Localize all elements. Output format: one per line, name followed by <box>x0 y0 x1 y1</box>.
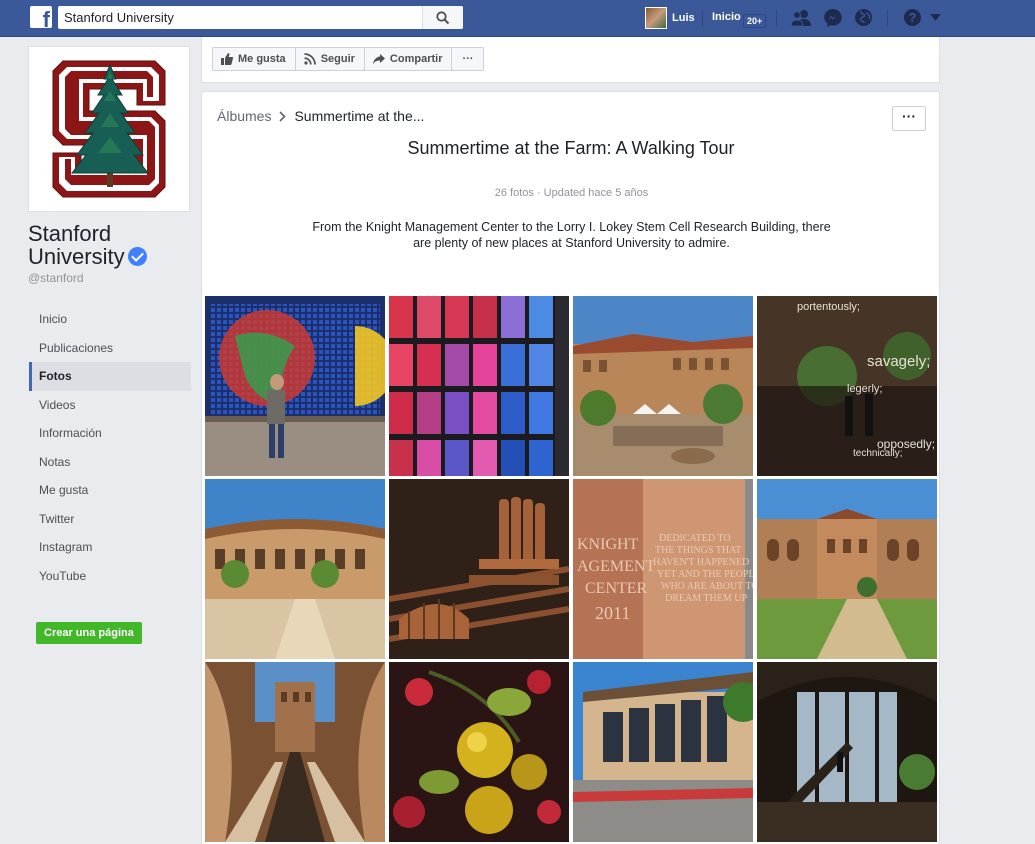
page-title[interactable]: Stanford University <box>28 222 198 268</box>
divider <box>776 10 777 27</box>
svg-text:CENTER: CENTER <box>585 580 648 597</box>
avatar <box>645 7 667 29</box>
page-sidebar-nav: Inicio Publicaciones Fotos Videos Inform… <box>29 305 191 590</box>
follow-button[interactable]: Seguir <box>294 47 365 71</box>
stanford-logo <box>33 51 185 207</box>
home-link[interactable]: Inicio <box>712 11 741 23</box>
breadcrumb-current: Summertime at the... <box>294 108 425 124</box>
svg-text:YET AND THE PEOPLE: YET AND THE PEOPLE <box>657 569 753 580</box>
search-icon <box>436 11 450 25</box>
sidebar-item-publicaciones[interactable]: Publicaciones <box>29 334 119 363</box>
divider <box>887 10 888 27</box>
profile-link[interactable]: Luis <box>645 5 695 31</box>
top-navigation-bar: f Luis Inicio 20+ ? <box>0 0 1035 37</box>
user-name: Luis <box>672 12 695 24</box>
create-page-button[interactable]: Crear una página <box>36 622 142 644</box>
svg-text:DREAM THEM UP: DREAM THEM UP <box>665 593 747 604</box>
album-options-button[interactable]: ··· <box>892 106 926 131</box>
share-button[interactable]: Compartir <box>363 47 453 71</box>
sidebar-item-twitter[interactable]: Twitter <box>29 505 191 534</box>
photo-thumbnail[interactable] <box>389 479 569 659</box>
notification-badge: 20+ <box>743 14 767 28</box>
album-meta: 26 fotos · Updated hace 5 años <box>494 187 649 199</box>
svg-text:KNIGHT: KNIGHT <box>577 536 639 553</box>
album-card: Álbumes Summertime at the... ··· Summert… <box>201 91 940 844</box>
help-icon[interactable]: ? <box>903 8 922 27</box>
page-profile-picture[interactable] <box>28 46 190 212</box>
globe-icon[interactable] <box>854 8 873 27</box>
photo-thumbnail[interactable] <box>757 662 937 842</box>
photo-thumbnail[interactable] <box>205 662 385 842</box>
breadcrumb: Álbumes Summertime at the... <box>217 108 424 124</box>
sidebar-item-youtube[interactable]: YouTube <box>29 562 191 591</box>
breadcrumb-albums-link[interactable]: Álbumes <box>217 108 271 124</box>
share-arrow-icon <box>372 53 385 64</box>
page-handle[interactable]: @stanford <box>28 271 84 285</box>
sidebar-item-inicio[interactable]: Inicio <box>29 305 191 334</box>
divider <box>702 10 703 27</box>
search-button[interactable] <box>422 6 463 29</box>
photo-thumbnail[interactable] <box>205 296 385 476</box>
chevron-right-icon <box>279 110 287 122</box>
sidebar-item-informacion[interactable]: Información <box>29 419 191 448</box>
svg-text:WHO ARE ABOUT TO: WHO ARE ABOUT TO <box>661 581 753 592</box>
svg-text:AGEMENT: AGEMENT <box>577 558 655 575</box>
svg-text:savagely;: savagely; <box>867 353 930 370</box>
svg-text:2011: 2011 <box>595 603 630 623</box>
more-actions-button[interactable]: ··· <box>451 47 485 71</box>
verified-badge-icon <box>127 247 147 266</box>
search-box <box>58 6 463 29</box>
photo-thumbnail[interactable] <box>757 479 937 659</box>
page-action-bar: Me gusta Seguir Compartir ··· <box>201 37 940 83</box>
rss-icon <box>304 53 316 65</box>
svg-text:legerly;: legerly; <box>847 383 882 395</box>
search-input[interactable] <box>58 6 423 29</box>
photo-thumbnail[interactable] <box>573 296 753 476</box>
thumbs-up-icon <box>221 53 233 65</box>
svg-text:HAVEN'T HAPPENED: HAVEN'T HAPPENED <box>653 557 749 568</box>
facebook-logo-icon[interactable]: f <box>30 6 52 28</box>
photo-thumbnail[interactable] <box>389 296 569 476</box>
caret-down-icon[interactable] <box>930 14 941 21</box>
sidebar-item-me-gusta[interactable]: Me gusta <box>29 476 191 505</box>
svg-text:?: ? <box>909 10 917 25</box>
svg-text:THE THINGS THAT: THE THINGS THAT <box>655 545 741 556</box>
photo-thumbnail[interactable]: KNIGHT AGEMENT CENTER 2011 DEDICATED TO … <box>573 479 753 659</box>
photo-thumbnail[interactable] <box>389 662 569 842</box>
sidebar-item-fotos[interactable]: Fotos <box>29 362 191 391</box>
svg-text:technically;: technically; <box>853 448 902 459</box>
svg-text:portentously;: portentously; <box>797 301 860 313</box>
photo-thumbnail[interactable] <box>573 662 753 842</box>
like-button[interactable]: Me gusta <box>212 47 296 71</box>
sidebar-item-notas[interactable]: Notas <box>29 448 191 477</box>
messenger-icon[interactable] <box>823 8 843 28</box>
photo-thumbnail[interactable]: portentously; savagely; legerly; opposed… <box>757 296 937 476</box>
svg-text:DEDICATED TO: DEDICATED TO <box>659 533 731 544</box>
photo-thumbnail[interactable] <box>205 479 385 659</box>
sidebar-item-instagram[interactable]: Instagram <box>29 533 191 562</box>
photo-grid: portentously; savagely; legerly; opposed… <box>205 296 938 842</box>
album-title: Summertime at the Farm: A Walking Tour <box>407 138 735 158</box>
sidebar-item-videos[interactable]: Videos <box>29 391 191 420</box>
album-description: From the Knight Management Center to the… <box>312 220 831 250</box>
friends-icon[interactable] <box>790 9 812 27</box>
